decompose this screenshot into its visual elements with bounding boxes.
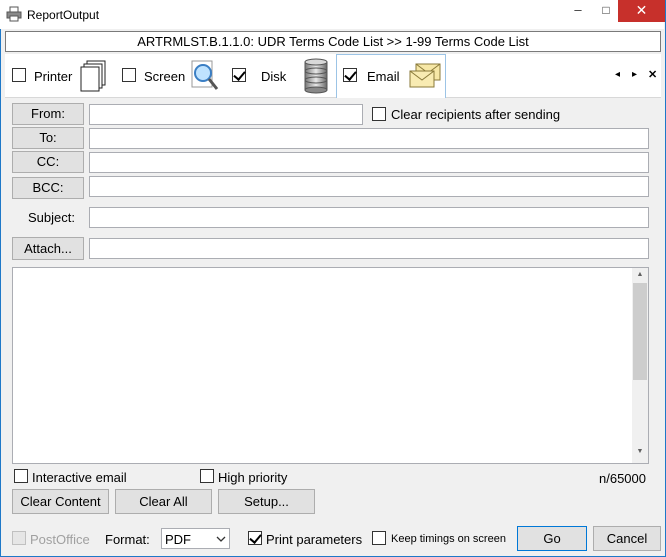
printer-checkbox[interactable] [12,68,26,82]
from-button[interactable]: From: [12,103,84,125]
disk-checkbox[interactable] [232,68,246,82]
interactive-email-checkbox[interactable] [14,469,28,483]
envelope-icon [409,63,441,88]
attach-field[interactable] [89,238,649,259]
format-select-value: PDF [165,532,191,547]
keep-timings-checkbox[interactable] [372,531,386,545]
subject-label: Subject: [28,210,75,225]
chevron-down-icon [216,536,226,542]
bcc-button[interactable]: BCC: [12,177,84,199]
tab-screen-label[interactable]: Screen [144,69,185,84]
maximize-button[interactable]: □ [591,0,621,21]
setup-button[interactable]: Setup... [218,489,315,514]
format-label: Format: [105,532,150,547]
keep-timings-label[interactable]: Keep timings on screen [391,533,506,545]
high-priority-checkbox[interactable] [200,469,214,483]
to-field[interactable] [89,128,649,149]
print-parameters-label[interactable]: Print parameters [266,532,362,547]
screen-checkbox[interactable] [122,68,136,82]
cancel-button[interactable]: Cancel [593,526,661,551]
print-parameters-checkbox[interactable] [248,531,262,545]
from-field[interactable] [89,104,363,125]
tab-printer-label[interactable]: Printer [34,69,72,84]
scrollbar-thumb[interactable] [633,283,647,380]
tab-close-icon[interactable]: ✕ [648,68,657,81]
tab-disk-label[interactable]: Disk [261,69,286,84]
printer-pages-icon [80,60,106,92]
postoffice-label: PostOffice [30,532,90,547]
email-body-textarea[interactable] [12,267,649,464]
minimize-button[interactable]: – [563,0,593,21]
magnifier-icon [191,60,219,90]
report-subtitle: ARTRMLST.B.1.1.0: UDR Terms Code List >>… [5,31,661,52]
clear-content-button[interactable]: Clear Content [12,489,109,514]
database-icon [304,58,328,94]
bcc-field[interactable] [89,176,649,197]
scroll-down-arrow[interactable]: ▼ [632,448,648,455]
printer-icon [6,6,22,22]
clear-recipients-label[interactable]: Clear recipients after sending [391,107,560,122]
format-select[interactable]: PDF [161,528,230,549]
scroll-up-arrow[interactable]: ▲ [632,271,648,278]
cc-field[interactable] [89,152,649,173]
interactive-email-label[interactable]: Interactive email [32,470,127,485]
postoffice-checkbox [12,531,26,545]
high-priority-label[interactable]: High priority [218,470,287,485]
close-window-button[interactable]: ✕ [618,0,665,22]
tab-next-arrow[interactable]: ▸ [632,69,637,80]
email-checkbox[interactable] [343,68,357,82]
go-button[interactable]: Go [517,526,587,551]
window-title: ReportOutput [27,8,100,22]
to-button[interactable]: To: [12,127,84,149]
subject-field[interactable] [89,207,649,228]
clear-recipients-checkbox[interactable] [372,107,386,121]
clear-all-button[interactable]: Clear All [115,489,212,514]
cc-button[interactable]: CC: [12,151,84,173]
tab-email-label[interactable]: Email [367,69,400,84]
tab-prev-arrow[interactable]: ◂ [615,69,620,80]
attach-button[interactable]: Attach... [12,237,84,260]
char-counter: n/65000 [599,471,646,486]
